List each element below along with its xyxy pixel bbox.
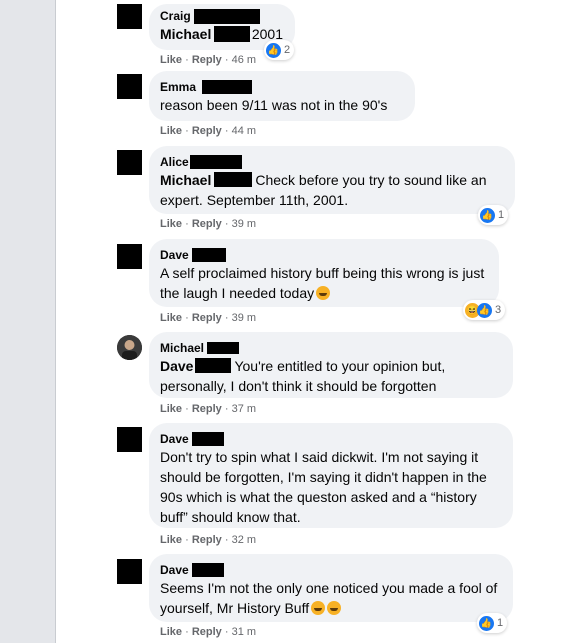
comment-actions: Like · Reply · 46 m [160, 54, 257, 66]
avatar[interactable] [117, 150, 142, 175]
avatar[interactable] [117, 427, 142, 452]
like-link[interactable]: Like [160, 54, 182, 66]
comment-bubble: Dave Seems I'm not the only one noticed … [149, 554, 513, 622]
reaction-summary[interactable]: 😆 👍 3 [463, 300, 506, 320]
reaction-count: 1 [497, 617, 504, 629]
redacted-surname [191, 432, 224, 446]
like-reaction-icon: 👍 [480, 207, 495, 223]
comment-bubble: Dave A self proclaimed history buff bein… [149, 239, 499, 307]
comment-bubble: Alice Michael Check before you try to sou… [149, 146, 515, 214]
timestamp[interactable]: 39 m [232, 312, 256, 324]
author-name[interactable]: Dave [160, 247, 189, 263]
redacted-surname [193, 8, 260, 24]
laughing-emoji-icon [316, 286, 331, 300]
timestamp[interactable]: 44 m [232, 125, 256, 137]
timestamp[interactable]: 31 m [232, 626, 256, 638]
reply-link[interactable]: Reply [192, 626, 222, 638]
timestamp[interactable]: 32 m [232, 534, 256, 546]
reply-link[interactable]: Reply [192, 534, 222, 546]
comment-actions: Like · Reply · 39 m [160, 218, 257, 230]
left-gutter [0, 0, 55, 643]
redacted-surname [207, 342, 240, 354]
comment-text: reason been 9/11 was not in the 90's [160, 97, 388, 113]
like-reaction-icon: 👍 [479, 615, 494, 631]
author-name[interactable]: Dave [160, 562, 189, 578]
avatar[interactable] [117, 74, 142, 99]
reply-link[interactable]: Reply [192, 312, 222, 324]
avatar[interactable] [117, 244, 142, 269]
author-name[interactable]: Alice [160, 154, 189, 170]
like-link[interactable]: Like [160, 218, 182, 230]
like-link[interactable]: Like [160, 626, 182, 638]
laughing-emoji-icon [327, 601, 342, 615]
reaction-summary[interactable]: 👍 2 [264, 40, 295, 60]
mention-tag[interactable]: Dave [160, 358, 193, 374]
profile-photo-icon [117, 335, 142, 360]
comment-bubble: Dave Don't try to spin what I said dickw… [149, 423, 513, 528]
avatar[interactable] [117, 4, 142, 29]
mention-tag[interactable]: Michael [160, 172, 211, 188]
timestamp[interactable]: 37 m [232, 403, 256, 415]
reaction-summary[interactable]: 👍 1 [478, 205, 509, 225]
author-name[interactable]: Emma [160, 79, 196, 95]
like-reaction-icon: 👍 [266, 42, 281, 58]
gutter-divider [55, 0, 56, 643]
like-link[interactable]: Like [160, 403, 182, 415]
like-link[interactable]: Like [160, 312, 182, 324]
reply-link[interactable]: Reply [192, 218, 222, 230]
redacted-surname [191, 248, 226, 262]
author-name[interactable]: Dave [160, 431, 189, 447]
comment-text: Don't try to spin what I said dickwit. I… [160, 449, 487, 525]
reply-link[interactable]: Reply [192, 54, 222, 66]
like-link[interactable]: Like [160, 534, 182, 546]
redacted-surname [191, 563, 224, 577]
reply-link[interactable]: Reply [192, 125, 222, 137]
redacted-surname [189, 155, 242, 169]
mention-tag[interactable]: Michael [160, 24, 211, 44]
reaction-count: 2 [284, 44, 291, 56]
timestamp[interactable]: 39 m [232, 218, 256, 230]
timestamp[interactable]: 46 m [232, 54, 256, 66]
reply-link[interactable]: Reply [192, 403, 222, 415]
avatar[interactable] [117, 335, 142, 360]
laughing-emoji-icon [311, 601, 326, 615]
comment-actions: Like · Reply · 37 m [160, 403, 257, 415]
comment-actions: Like · Reply · 32 m [160, 534, 257, 546]
author-name[interactable]: Craig [160, 8, 191, 24]
comment-bubble: Emma reason been 9/11 was not in the 90'… [149, 71, 415, 121]
like-reaction-icon: 👍 [477, 302, 492, 318]
redacted-mention [214, 26, 250, 42]
comment-actions: Like · Reply · 39 m [160, 312, 257, 324]
comment-actions: Like · Reply · 44 m [160, 125, 257, 137]
reaction-summary[interactable]: 👍 1 [477, 613, 508, 633]
redacted-mention [214, 172, 253, 187]
comment-actions: Like · Reply · 31 m [160, 626, 257, 638]
comment-bubble: Michael Dave You're entitled to your opin… [149, 332, 513, 398]
avatar[interactable] [117, 559, 142, 584]
redacted-surname [202, 80, 253, 94]
reaction-count: 1 [498, 209, 505, 221]
redacted-mention [195, 358, 232, 373]
reaction-count: 3 [495, 304, 502, 316]
author-name[interactable]: Michael [160, 340, 204, 356]
like-link[interactable]: Like [160, 125, 182, 137]
